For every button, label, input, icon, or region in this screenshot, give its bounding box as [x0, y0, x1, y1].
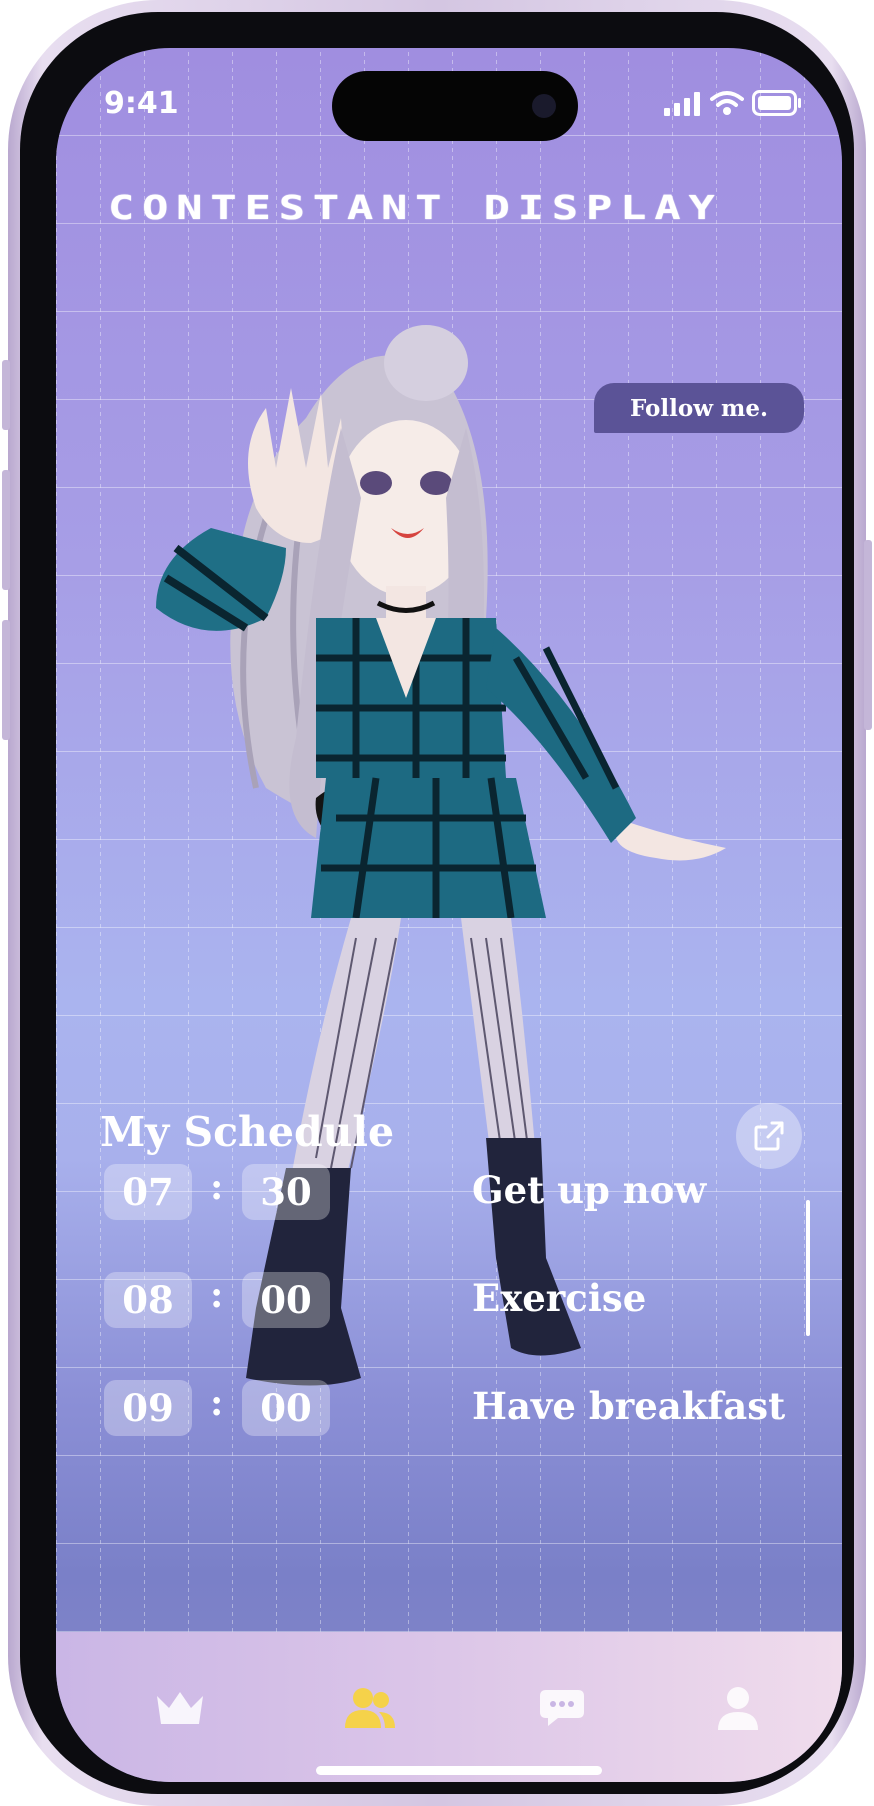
tab-contestants[interactable]	[342, 1684, 398, 1732]
power-button	[864, 540, 872, 730]
hour-box[interactable]: 08	[104, 1272, 192, 1328]
dynamic-island	[332, 71, 578, 141]
volume-down-button	[2, 620, 10, 740]
minute-box[interactable]: 30	[242, 1164, 330, 1220]
schedule-item[interactable]: 08 : 00 Exercise	[104, 1272, 824, 1328]
battery-icon	[752, 90, 801, 116]
external-link-icon	[754, 1121, 784, 1151]
contestant-avatar[interactable]	[116, 318, 756, 1438]
wifi-icon	[710, 91, 744, 115]
task-label: Get up now	[472, 1168, 707, 1212]
schedule-item[interactable]: 09 : 00 Have breakfast	[104, 1380, 824, 1436]
phone-frame: 9:41 CONTESTANT DISPLAY Follow me. My Sc…	[2, 0, 872, 1806]
profile-icon	[718, 1687, 758, 1730]
tab-bar	[56, 1632, 842, 1782]
minute-box[interactable]: 00	[242, 1272, 330, 1328]
tab-messages[interactable]	[534, 1684, 590, 1732]
schedule-scrollbar[interactable]	[806, 1200, 810, 1336]
volume-up-button	[2, 470, 10, 590]
tab-profile[interactable]	[710, 1684, 766, 1732]
follow-me-bubble[interactable]: Follow me.	[594, 383, 804, 433]
signal-icon	[664, 92, 700, 116]
people-icon	[345, 1688, 395, 1728]
phone-bezel: 9:41 CONTESTANT DISPLAY Follow me. My Sc…	[20, 12, 854, 1794]
action-button	[2, 360, 10, 430]
minute-box[interactable]: 00	[242, 1380, 330, 1436]
task-label: Have breakfast	[472, 1384, 786, 1428]
app-screen: 9:41 CONTESTANT DISPLAY Follow me. My Sc…	[56, 48, 842, 1782]
hour-box[interactable]: 07	[104, 1164, 192, 1220]
status-time: 9:41	[104, 86, 179, 121]
schedule-title: My Schedule	[100, 1108, 395, 1156]
hour-box[interactable]: 09	[104, 1380, 192, 1436]
crown-icon	[157, 1692, 203, 1724]
home-indicator[interactable]	[316, 1766, 602, 1775]
page-title: CONTESTANT DISPLAY	[108, 188, 723, 227]
task-label: Exercise	[472, 1276, 647, 1320]
time-separator: :	[210, 1166, 224, 1208]
status-icons	[664, 90, 802, 116]
schedule-item[interactable]: 07 : 30 Get up now	[104, 1164, 824, 1220]
external-link-button[interactable]	[736, 1103, 802, 1169]
time-separator: :	[210, 1382, 224, 1424]
tab-ranking[interactable]	[152, 1684, 208, 1732]
chat-icon	[540, 1690, 584, 1726]
time-separator: :	[210, 1274, 224, 1316]
camera-icon	[532, 94, 556, 118]
